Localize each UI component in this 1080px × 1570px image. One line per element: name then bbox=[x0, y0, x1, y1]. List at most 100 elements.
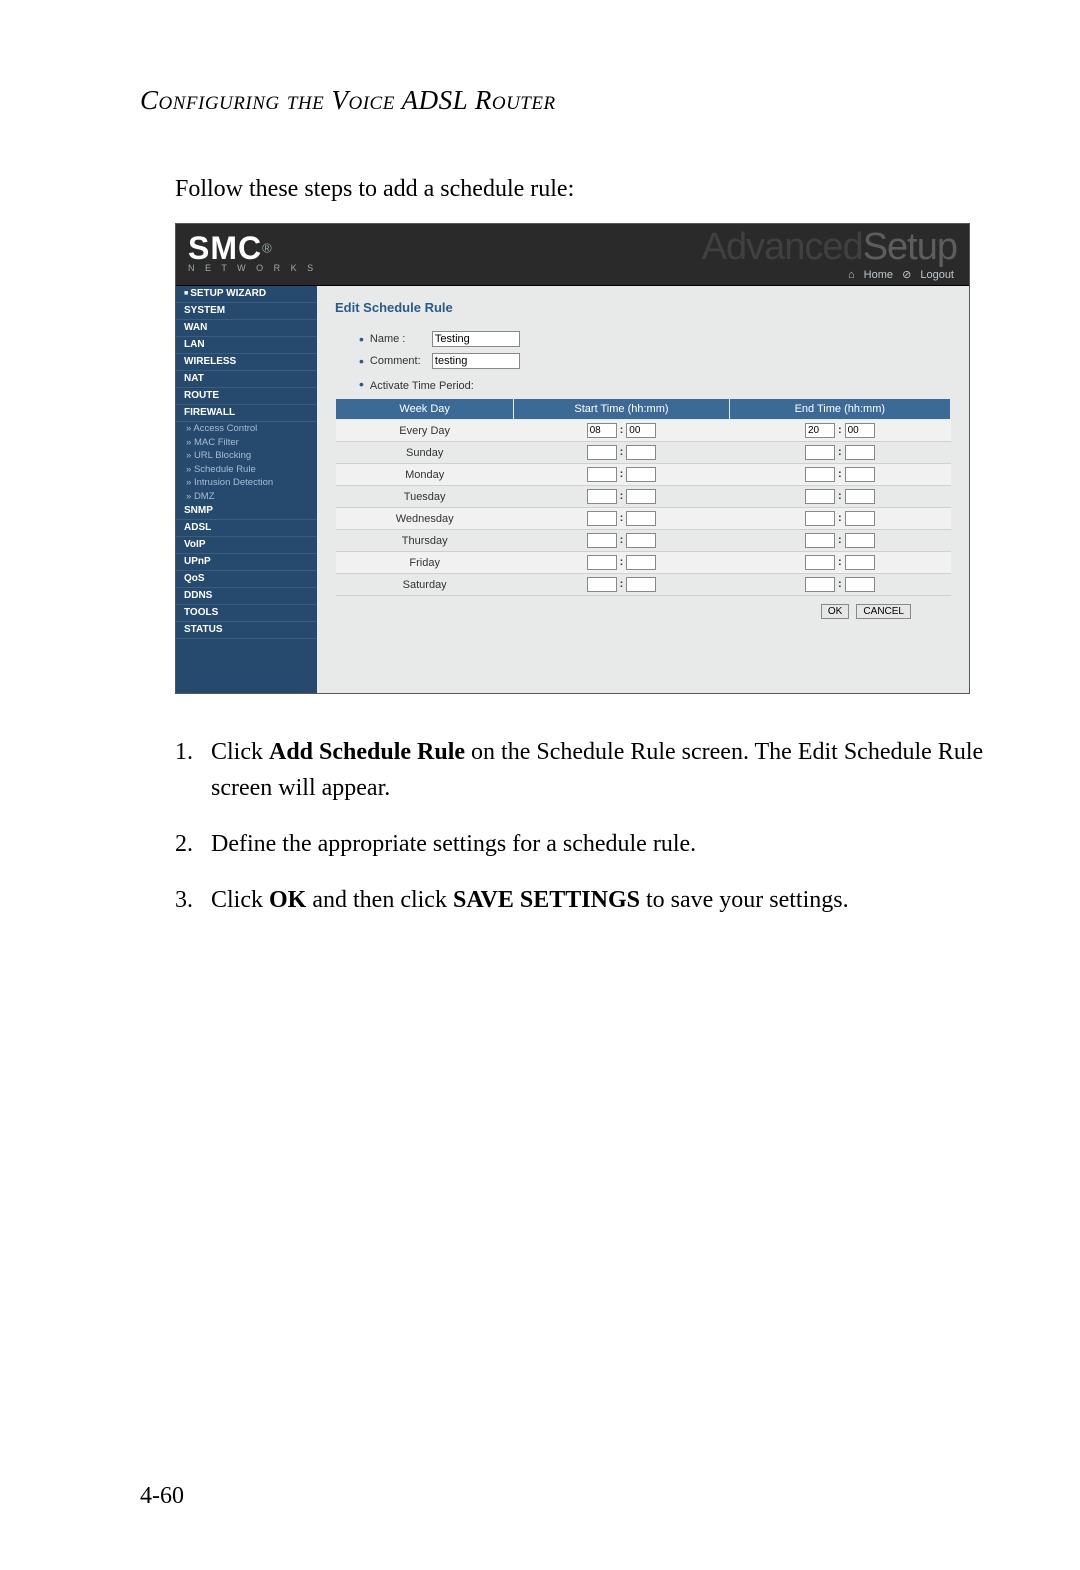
end-hh-7[interactable] bbox=[805, 577, 835, 592]
nav-voip[interactable]: VoIP bbox=[176, 537, 317, 554]
nav-mac-filter[interactable]: MAC Filter bbox=[176, 436, 317, 450]
comment-row: • Comment: bbox=[359, 353, 951, 369]
activate-label: •Activate Time Period: bbox=[359, 379, 951, 392]
table-row: Monday : : bbox=[336, 464, 951, 486]
top-links: ⌂ Home ⊘ Logout bbox=[842, 268, 954, 281]
comment-input[interactable] bbox=[432, 353, 520, 369]
home-link[interactable]: ⌂ Home bbox=[848, 269, 893, 281]
logout-link[interactable]: ⊘ Logout bbox=[902, 269, 954, 281]
page-number: 4-60 bbox=[140, 1483, 184, 1510]
end-mm-2[interactable] bbox=[845, 467, 875, 482]
start-hh-2[interactable] bbox=[587, 467, 617, 482]
day-cell: Sunday bbox=[336, 442, 514, 464]
button-row: OK CANCEL bbox=[335, 604, 951, 619]
step-3: 3. Click OK and then click SAVE SETTINGS… bbox=[175, 882, 985, 918]
start-mm-7[interactable] bbox=[626, 577, 656, 592]
ok-button[interactable]: OK bbox=[821, 604, 849, 619]
name-label: Name : bbox=[370, 333, 432, 345]
table-row: Sunday : : bbox=[336, 442, 951, 464]
nav-snmp[interactable]: SNMP bbox=[176, 503, 317, 520]
nav-wan[interactable]: WAN bbox=[176, 320, 317, 337]
start-hh-7[interactable] bbox=[587, 577, 617, 592]
nav-qos[interactable]: QoS bbox=[176, 571, 317, 588]
logo-sub: N E T W O R K S bbox=[188, 263, 317, 273]
start-mm-0[interactable] bbox=[626, 423, 656, 438]
step-2: 2. Define the appropriate settings for a… bbox=[175, 826, 985, 862]
end-hh-6[interactable] bbox=[805, 555, 835, 570]
table-row: Friday : : bbox=[336, 552, 951, 574]
main-panel: Edit Schedule Rule • Name : • Comment: •… bbox=[317, 286, 969, 693]
start-mm-6[interactable] bbox=[626, 555, 656, 570]
table-row: Thursday : : bbox=[336, 530, 951, 552]
col-weekday: Week Day bbox=[336, 399, 514, 420]
end-mm-5[interactable] bbox=[845, 533, 875, 548]
nav-system[interactable]: SYSTEM bbox=[176, 303, 317, 320]
nav-status[interactable]: STATUS bbox=[176, 622, 317, 639]
end-mm-6[interactable] bbox=[845, 555, 875, 570]
day-cell: Every Day bbox=[336, 420, 514, 442]
nav-schedule-rule[interactable]: Schedule Rule bbox=[176, 463, 317, 477]
start-hh-3[interactable] bbox=[587, 489, 617, 504]
day-cell: Thursday bbox=[336, 530, 514, 552]
nav-access-control[interactable]: Access Control bbox=[176, 422, 317, 436]
day-cell: Monday bbox=[336, 464, 514, 486]
table-row: Tuesday : : bbox=[336, 486, 951, 508]
end-hh-1[interactable] bbox=[805, 445, 835, 460]
end-hh-5[interactable] bbox=[805, 533, 835, 548]
end-hh-0[interactable] bbox=[805, 423, 835, 438]
step-1: 1. Click Add Schedule Rule on the Schedu… bbox=[175, 734, 985, 806]
name-input[interactable] bbox=[432, 331, 520, 347]
nav-ddns[interactable]: DDNS bbox=[176, 588, 317, 605]
start-hh-5[interactable] bbox=[587, 533, 617, 548]
col-start: Start Time (hh:mm) bbox=[514, 399, 729, 420]
start-mm-1[interactable] bbox=[626, 445, 656, 460]
start-hh-0[interactable] bbox=[587, 423, 617, 438]
start-hh-4[interactable] bbox=[587, 511, 617, 526]
end-mm-7[interactable] bbox=[845, 577, 875, 592]
end-mm-1[interactable] bbox=[845, 445, 875, 460]
start-mm-4[interactable] bbox=[626, 511, 656, 526]
end-hh-3[interactable] bbox=[805, 489, 835, 504]
end-hh-4[interactable] bbox=[805, 511, 835, 526]
comment-label: Comment: bbox=[370, 355, 432, 367]
nav-tools[interactable]: TOOLS bbox=[176, 605, 317, 622]
nav-url-blocking[interactable]: URL Blocking bbox=[176, 449, 317, 463]
day-cell: Saturday bbox=[336, 574, 514, 596]
end-mm-4[interactable] bbox=[845, 511, 875, 526]
nav-firewall[interactable]: FIREWALL bbox=[176, 405, 317, 422]
start-hh-1[interactable] bbox=[587, 445, 617, 460]
table-row: Wednesday : : bbox=[336, 508, 951, 530]
start-mm-2[interactable] bbox=[626, 467, 656, 482]
schedule-table: Week Day Start Time (hh:mm) End Time (hh… bbox=[335, 398, 951, 596]
ss-header: SMC® N E T W O R K S AdvancedSetup ⌂ Hom… bbox=[176, 224, 969, 286]
nav-upnp[interactable]: UPnP bbox=[176, 554, 317, 571]
banner-text: AdvancedSetup bbox=[702, 226, 957, 269]
sidebar: SETUP WIZARD SYSTEM WAN LAN WIRELESS NAT… bbox=[176, 286, 317, 693]
smc-logo: SMC® N E T W O R K S bbox=[188, 230, 317, 273]
logo-brand: SMC bbox=[188, 230, 262, 266]
router-screenshot: SMC® N E T W O R K S AdvancedSetup ⌂ Hom… bbox=[175, 223, 970, 694]
start-mm-5[interactable] bbox=[626, 533, 656, 548]
nav-route[interactable]: ROUTE bbox=[176, 388, 317, 405]
start-hh-6[interactable] bbox=[587, 555, 617, 570]
cancel-button[interactable]: CANCEL bbox=[856, 604, 911, 619]
end-mm-3[interactable] bbox=[845, 489, 875, 504]
nav-adsl[interactable]: ADSL bbox=[176, 520, 317, 537]
intro-text: Follow these steps to add a schedule rul… bbox=[175, 176, 985, 203]
day-cell: Wednesday bbox=[336, 508, 514, 530]
table-row: Saturday : : bbox=[336, 574, 951, 596]
logo-reg: ® bbox=[262, 241, 272, 256]
table-row: Every Day : : bbox=[336, 420, 951, 442]
nav-wireless[interactable]: WIRELESS bbox=[176, 354, 317, 371]
start-mm-3[interactable] bbox=[626, 489, 656, 504]
end-hh-2[interactable] bbox=[805, 467, 835, 482]
instruction-list: 1. Click Add Schedule Rule on the Schedu… bbox=[175, 734, 985, 918]
nav-dmz[interactable]: DMZ bbox=[176, 490, 317, 504]
nav-lan[interactable]: LAN bbox=[176, 337, 317, 354]
day-cell: Friday bbox=[336, 552, 514, 574]
end-mm-0[interactable] bbox=[845, 423, 875, 438]
nav-nat[interactable]: NAT bbox=[176, 371, 317, 388]
day-cell: Tuesday bbox=[336, 486, 514, 508]
nav-setup-wizard[interactable]: SETUP WIZARD bbox=[176, 286, 317, 303]
nav-intrusion[interactable]: Intrusion Detection bbox=[176, 476, 317, 490]
